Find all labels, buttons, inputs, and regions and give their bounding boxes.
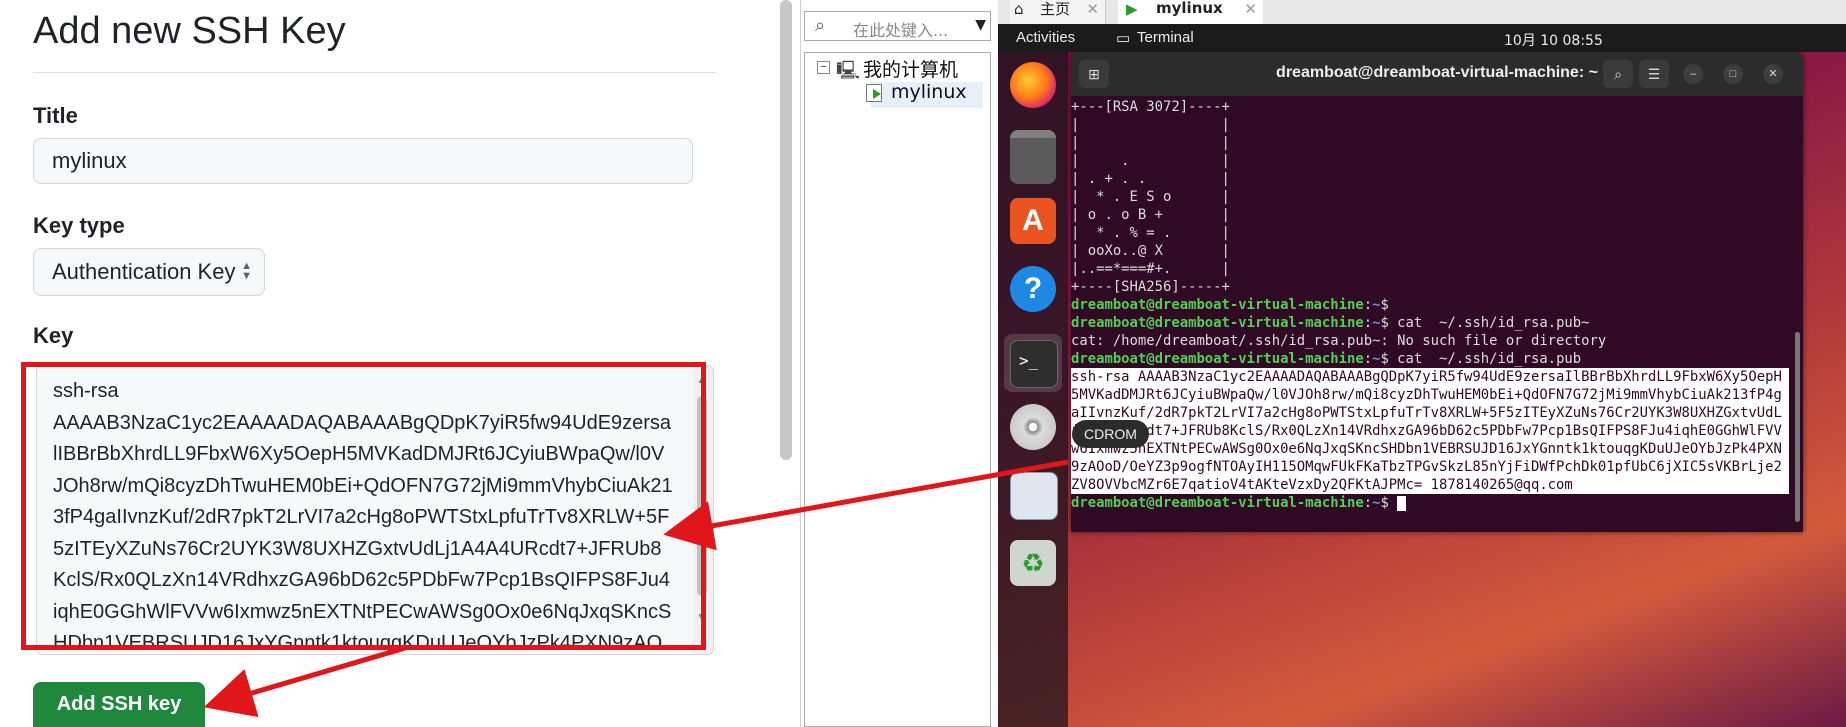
selected-public-key[interactable]: ssh-rsa AAAAB3NzaC1yc2EAAAADAQABAAABgQDp… bbox=[1071, 368, 1789, 494]
vm-running-icon bbox=[866, 84, 882, 102]
key-label: Key bbox=[33, 323, 74, 348]
command-line: $ cat ~/.ssh/id_rsa.pub~ bbox=[1380, 315, 1590, 331]
randomart-line: |..==*===#+. | bbox=[1071, 261, 1230, 277]
trash-icon[interactable]: ♻ bbox=[1010, 540, 1056, 586]
search-placeholder: 在此处键入... bbox=[853, 21, 949, 40]
text-cursor bbox=[1397, 495, 1407, 511]
prompt-user: dreamboat@dreamboat-virtual-machine bbox=[1071, 297, 1364, 313]
text-editor-icon[interactable] bbox=[1010, 472, 1058, 520]
randomart-line: | . + . . | bbox=[1071, 171, 1230, 187]
randomart-line: | . | bbox=[1071, 153, 1230, 169]
page-scrollbar[interactable] bbox=[780, 0, 792, 460]
terminal-header: ⊞ dreamboat@dreamboat-virtual-machine: ~… bbox=[1071, 52, 1803, 96]
key-type-value: Authentication Key bbox=[52, 259, 236, 284]
library-search[interactable]: ⌕ 在此处键入... ▼ bbox=[804, 11, 991, 41]
close-icon[interactable]: ✕ bbox=[1086, 1, 1099, 17]
tab-home-label: 主页 bbox=[1040, 0, 1071, 18]
home-icon: ⌂ bbox=[1014, 0, 1024, 18]
key-type-label: Key type bbox=[33, 213, 125, 238]
prompt-user: dreamboat@dreamboat-virtual-machine bbox=[1071, 315, 1364, 331]
collapse-icon[interactable]: − bbox=[817, 61, 830, 74]
key-type-select[interactable]: Authentication Key ▲ ▼ bbox=[33, 248, 265, 296]
vm-running-icon: ▶ bbox=[1126, 0, 1138, 18]
randomart-line: | ooXo..@ X | bbox=[1071, 243, 1230, 259]
page-title: Add new SSH Key bbox=[33, 10, 346, 52]
command-line: $ bbox=[1380, 297, 1398, 313]
library-tree bbox=[804, 52, 991, 727]
randomart-line: | * . E S o | bbox=[1071, 189, 1230, 205]
clock[interactable]: 10月 10 08:55 bbox=[1504, 30, 1603, 50]
help-icon[interactable]: ? bbox=[1010, 266, 1056, 312]
dock-tooltip: CDROM bbox=[1072, 420, 1149, 448]
terminal-output[interactable]: +---[RSA 3072]----+ | | | | | . | | . + … bbox=[1071, 98, 1791, 512]
divider bbox=[33, 72, 716, 73]
prompt-user: dreamboat@dreamboat-virtual-machine bbox=[1071, 495, 1364, 511]
prompt-user: dreamboat@dreamboat-virtual-machine bbox=[1071, 351, 1364, 367]
terminal-app-icon: ▭ bbox=[1116, 30, 1131, 47]
app-center-icon[interactable]: A bbox=[1010, 198, 1056, 244]
randomart-line: | o . o B + | bbox=[1071, 207, 1230, 223]
github-panel: Add new SSH Key Title mylinux Key type A… bbox=[0, 0, 792, 727]
randomart-line: +---[RSA 3072]----+ bbox=[1071, 99, 1230, 115]
vmware-tab-bar: ⌂ 主页 ✕ ▶ mylinux ✕ bbox=[998, 0, 1846, 24]
gnome-top-bar: Activities ▭ Terminal 10月 10 08:55 bbox=[998, 24, 1846, 52]
page-scrollbar-thumb[interactable] bbox=[780, 0, 792, 460]
computer-icon: 🖳 bbox=[836, 60, 861, 80]
title-input[interactable]: mylinux bbox=[33, 138, 693, 184]
title-label: Title bbox=[33, 103, 78, 128]
add-ssh-key-button[interactable]: Add SSH key bbox=[33, 682, 205, 727]
command-line: $ cat ~/.ssh/id_rsa.pub bbox=[1380, 351, 1582, 367]
select-caret-icon: ▲ ▼ bbox=[241, 260, 252, 282]
tab-home[interactable]: ⌂ 主页 ✕ bbox=[1010, 0, 1106, 24]
randomart-line: | | bbox=[1071, 135, 1230, 151]
terminal-icon[interactable]: >_ bbox=[1010, 340, 1058, 388]
chevron-down-icon[interactable]: ▼ bbox=[975, 17, 986, 33]
vm-library-panel: ⌕ 在此处键入... ▼ − 🖳 我的计算机 mylinux bbox=[800, 0, 997, 727]
vm-display[interactable]: ⌂ 主页 ✕ ▶ mylinux ✕ Activities ▭ Terminal… bbox=[998, 0, 1846, 727]
tree-item-my-computer[interactable]: 我的计算机 bbox=[863, 55, 958, 82]
annotation-highlight-box bbox=[21, 362, 706, 650]
tab-mylinux[interactable]: ▶ mylinux ✕ bbox=[1118, 0, 1263, 24]
search-icon[interactable]: ⌕ bbox=[1603, 60, 1633, 88]
randomart-line: | * . % = . | bbox=[1071, 225, 1230, 241]
key-randomart: +---[RSA 3072]----+ | | | | | . | | . + … bbox=[1071, 99, 1230, 295]
files-icon[interactable] bbox=[1010, 130, 1056, 184]
app-menu[interactable]: Terminal bbox=[1137, 29, 1194, 46]
randomart-line: | | bbox=[1071, 117, 1230, 133]
minimize-icon[interactable]: – bbox=[1683, 64, 1703, 84]
maximize-icon[interactable]: □ bbox=[1723, 64, 1743, 84]
menu-icon[interactable]: ☰ bbox=[1639, 60, 1669, 88]
ubuntu-dock: A ? >_ ♻ bbox=[998, 52, 1068, 727]
terminal-scrollbar[interactable] bbox=[1795, 332, 1800, 522]
tree-item-mylinux[interactable]: mylinux bbox=[891, 81, 967, 103]
close-icon[interactable]: ✕ bbox=[1763, 64, 1783, 84]
command-line: $ bbox=[1380, 495, 1398, 511]
activities-button[interactable]: Activities bbox=[1016, 29, 1075, 46]
cdrom-icon[interactable] bbox=[1010, 404, 1056, 450]
randomart-line: +----[SHA256]-----+ bbox=[1071, 279, 1230, 295]
search-icon: ⌕ bbox=[815, 15, 826, 36]
terminal-window[interactable]: ⊞ dreamboat@dreamboat-virtual-machine: ~… bbox=[1071, 52, 1803, 532]
tab-mylinux-label: mylinux bbox=[1156, 0, 1223, 17]
close-icon[interactable]: ✕ bbox=[1244, 1, 1257, 17]
error-line: cat: /home/dreamboat/.ssh/id_rsa.pub~: N… bbox=[1071, 333, 1607, 349]
firefox-icon[interactable] bbox=[1010, 62, 1056, 108]
